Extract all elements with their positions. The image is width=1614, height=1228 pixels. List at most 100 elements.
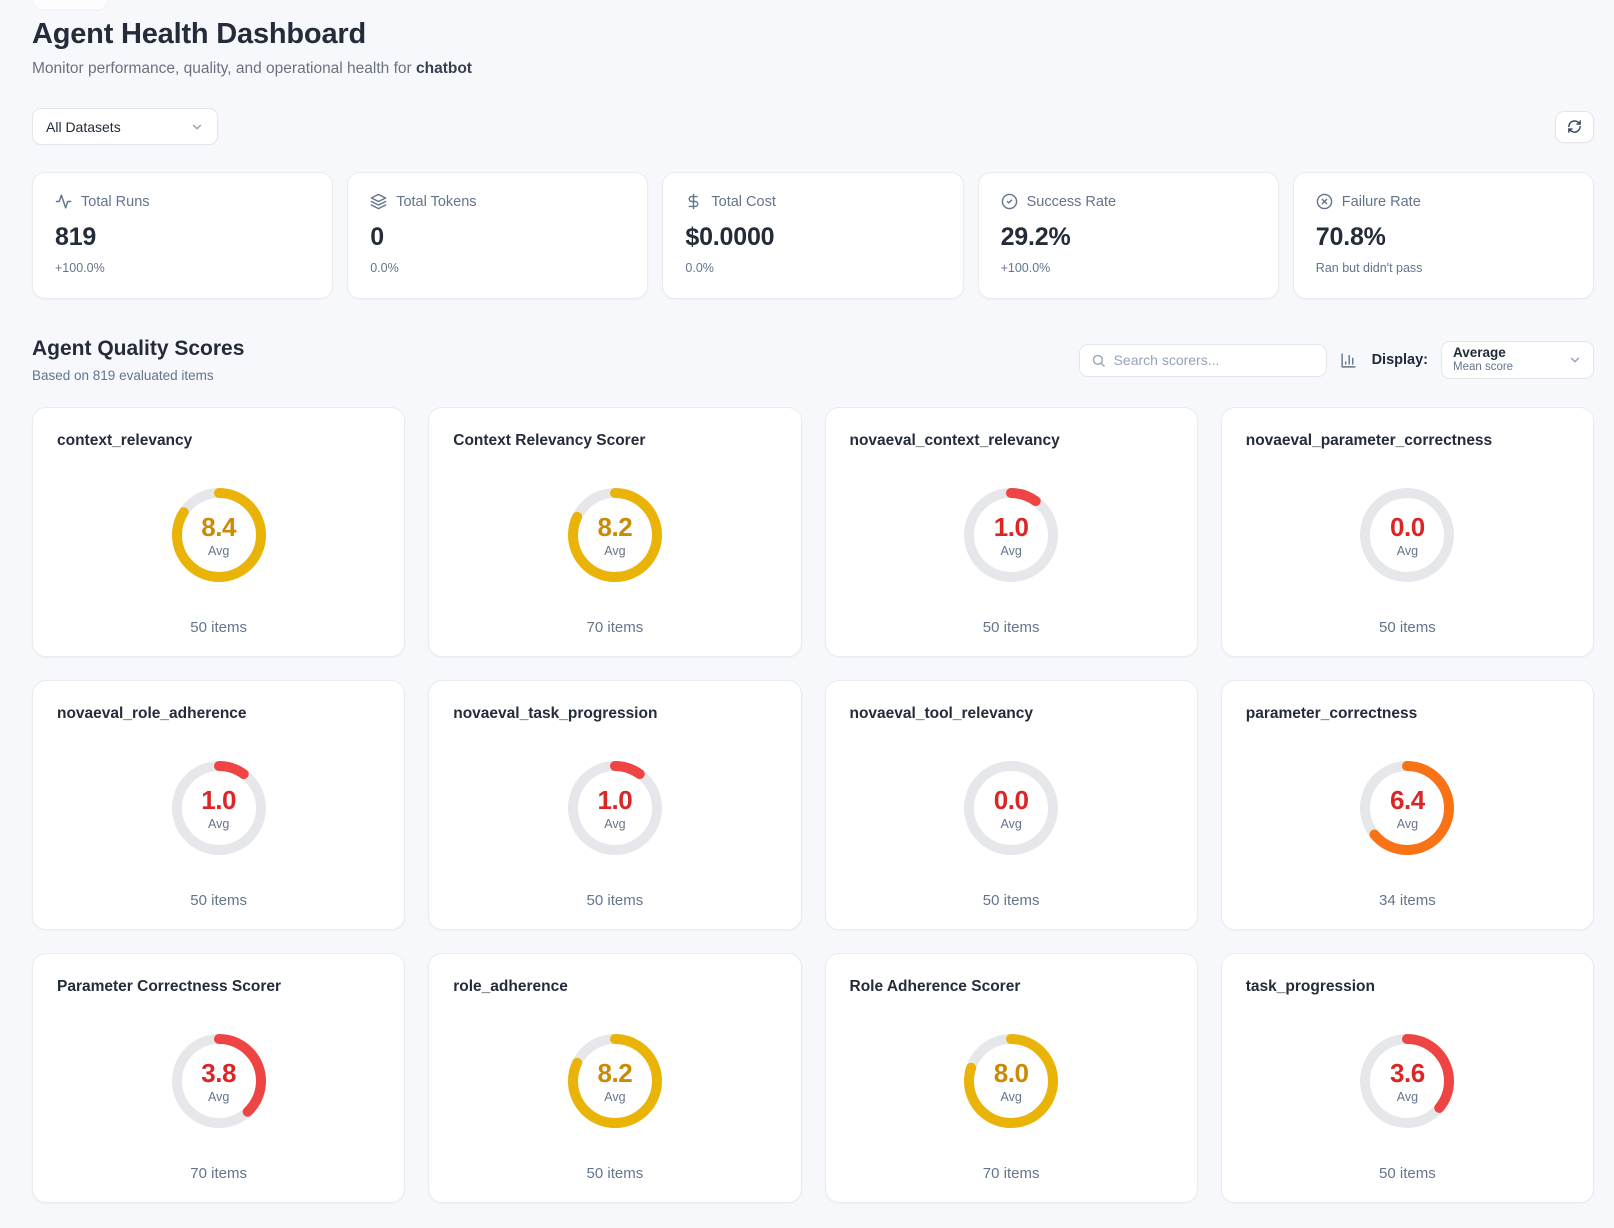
scorer-title: Role Adherence Scorer <box>850 978 1173 996</box>
gauge-area: 1.0 Avg <box>850 450 1173 619</box>
gauge-area: 8.2 Avg <box>453 996 776 1165</box>
gauge-score: 1.0 <box>598 785 633 816</box>
scorer-card[interactable]: Role Adherence Scorer 8.0 Avg 70 items <box>825 953 1198 1203</box>
gauge-center: 3.8 Avg <box>167 1029 271 1133</box>
scorer-card[interactable]: novaeval_role_adherence 1.0 Avg 50 items <box>32 680 405 930</box>
dataset-select-value: All Datasets <box>46 119 121 135</box>
display-select-value: Average <box>1453 345 1513 361</box>
scorer-item-count: 50 items <box>453 892 776 909</box>
stat-card-failure-rate: Failure Rate 70.8% Ran but didn't pass <box>1293 172 1594 299</box>
dataset-select[interactable]: All Datasets <box>32 108 218 145</box>
gauge-area: 1.0 Avg <box>453 723 776 892</box>
gauge-score: 8.2 <box>598 1058 633 1089</box>
dashboard-page: Agent Health Dashboard Monitor performan… <box>0 0 1614 1228</box>
scorer-item-count: 50 items <box>1246 619 1569 636</box>
top-edge-tab <box>33 0 107 9</box>
scorer-item-count: 50 items <box>850 892 1173 909</box>
scorer-card[interactable]: Context Relevancy Scorer 8.2 Avg 70 item… <box>428 407 801 657</box>
scorer-item-count: 34 items <box>1246 892 1569 909</box>
stat-label: Total Tokens <box>396 194 476 210</box>
stat-change: +100.0% <box>1001 261 1256 275</box>
scorer-title: novaeval_task_progression <box>453 705 776 723</box>
stat-label: Total Runs <box>81 194 150 210</box>
scorer-item-count: 50 items <box>453 1165 776 1182</box>
layers-icon <box>370 193 387 210</box>
scorer-item-count: 50 items <box>57 892 380 909</box>
stat-label: Failure Rate <box>1342 194 1421 210</box>
stat-change: 0.0% <box>370 261 625 275</box>
scorer-search <box>1079 344 1327 377</box>
scorer-item-count: 70 items <box>57 1165 380 1182</box>
x-circle-icon <box>1316 193 1333 210</box>
stat-value: 70.8% <box>1316 223 1571 252</box>
controls-row: All Datasets <box>32 108 1594 145</box>
score-gauge: 3.6 Avg <box>1355 1029 1459 1133</box>
gauge-center: 1.0 Avg <box>959 483 1063 587</box>
display-select-subvalue: Mean score <box>1453 361 1513 375</box>
quality-section-subtitle: Based on 819 evaluated items <box>32 368 244 383</box>
search-input[interactable] <box>1114 352 1315 368</box>
activity-icon <box>55 193 72 210</box>
gauge-score: 3.6 <box>1390 1058 1425 1089</box>
gauge-center: 8.2 Avg <box>563 1029 667 1133</box>
scorer-card[interactable]: context_relevancy 8.4 Avg 50 items <box>32 407 405 657</box>
quality-section-title: Agent Quality Scores <box>32 337 244 361</box>
scorer-title: novaeval_context_relevancy <box>850 432 1173 450</box>
stat-change: 0.0% <box>685 261 940 275</box>
stat-label: Success Rate <box>1027 194 1116 210</box>
scorer-card[interactable]: task_progression 3.6 Avg 50 items <box>1221 953 1594 1203</box>
scorer-title: Parameter Correctness Scorer <box>57 978 380 996</box>
gauge-avg-label: Avg <box>1397 817 1418 831</box>
scorer-card[interactable]: parameter_correctness 6.4 Avg 34 items <box>1221 680 1594 930</box>
gauge-score: 0.0 <box>994 785 1029 816</box>
gauge-area: 0.0 Avg <box>1246 450 1569 619</box>
scorer-card[interactable]: role_adherence 8.2 Avg 50 items <box>428 953 801 1203</box>
score-gauge: 1.0 Avg <box>167 756 271 860</box>
gauge-avg-label: Avg <box>604 1090 625 1104</box>
gauge-score: 8.4 <box>201 512 236 543</box>
score-gauge: 8.2 Avg <box>563 483 667 587</box>
stat-change: Ran but didn't pass <box>1316 261 1571 275</box>
gauge-score: 0.0 <box>1390 512 1425 543</box>
scorer-card[interactable]: novaeval_context_relevancy 1.0 Avg 50 it… <box>825 407 1198 657</box>
scorer-title: parameter_correctness <box>1246 705 1569 723</box>
chevron-down-icon <box>1568 353 1582 367</box>
stat-label: Total Cost <box>711 194 775 210</box>
gauge-score: 1.0 <box>201 785 236 816</box>
gauge-area: 0.0 Avg <box>850 723 1173 892</box>
scorer-card[interactable]: novaeval_tool_relevancy 0.0 Avg 50 items <box>825 680 1198 930</box>
scorer-item-count: 70 items <box>850 1165 1173 1182</box>
search-icon <box>1091 353 1106 368</box>
stat-change: +100.0% <box>55 261 310 275</box>
subtitle-agent-name: chatbot <box>416 60 472 77</box>
scorer-card[interactable]: novaeval_parameter_correctness 0.0 Avg 5… <box>1221 407 1594 657</box>
gauge-avg-label: Avg <box>1000 817 1021 831</box>
quality-section-header: Agent Quality Scores Based on 819 evalua… <box>32 337 1594 383</box>
gauge-area: 6.4 Avg <box>1246 723 1569 892</box>
score-gauge: 1.0 Avg <box>563 756 667 860</box>
display-select[interactable]: Average Mean score <box>1441 341 1594 379</box>
score-gauge: 8.2 Avg <box>563 1029 667 1133</box>
scorer-item-count: 50 items <box>1246 1165 1569 1182</box>
scorer-card[interactable]: Parameter Correctness Scorer 3.8 Avg 70 … <box>32 953 405 1203</box>
stat-value: 29.2% <box>1001 223 1256 252</box>
gauge-center: 6.4 Avg <box>1355 756 1459 860</box>
scorer-title: novaeval_role_adherence <box>57 705 380 723</box>
gauge-center: 8.0 Avg <box>959 1029 1063 1133</box>
scorer-card[interactable]: novaeval_task_progression 1.0 Avg 50 ite… <box>428 680 801 930</box>
scorer-title: novaeval_tool_relevancy <box>850 705 1173 723</box>
gauge-area: 8.4 Avg <box>57 450 380 619</box>
subtitle-text: Monitor performance, quality, and operat… <box>32 60 416 77</box>
refresh-button[interactable] <box>1555 111 1594 143</box>
gauge-area: 1.0 Avg <box>57 723 380 892</box>
score-gauge: 1.0 Avg <box>959 483 1063 587</box>
score-gauge: 0.0 Avg <box>959 756 1063 860</box>
gauge-score: 8.0 <box>994 1058 1029 1089</box>
gauge-area: 3.6 Avg <box>1246 996 1569 1165</box>
gauge-score: 3.8 <box>201 1058 236 1089</box>
gauge-center: 0.0 Avg <box>959 756 1063 860</box>
quality-tools: Display: Average Mean score <box>1079 341 1594 379</box>
page-subtitle: Monitor performance, quality, and operat… <box>32 60 1594 78</box>
gauge-center: 1.0 Avg <box>563 756 667 860</box>
score-gauge: 3.8 Avg <box>167 1029 271 1133</box>
